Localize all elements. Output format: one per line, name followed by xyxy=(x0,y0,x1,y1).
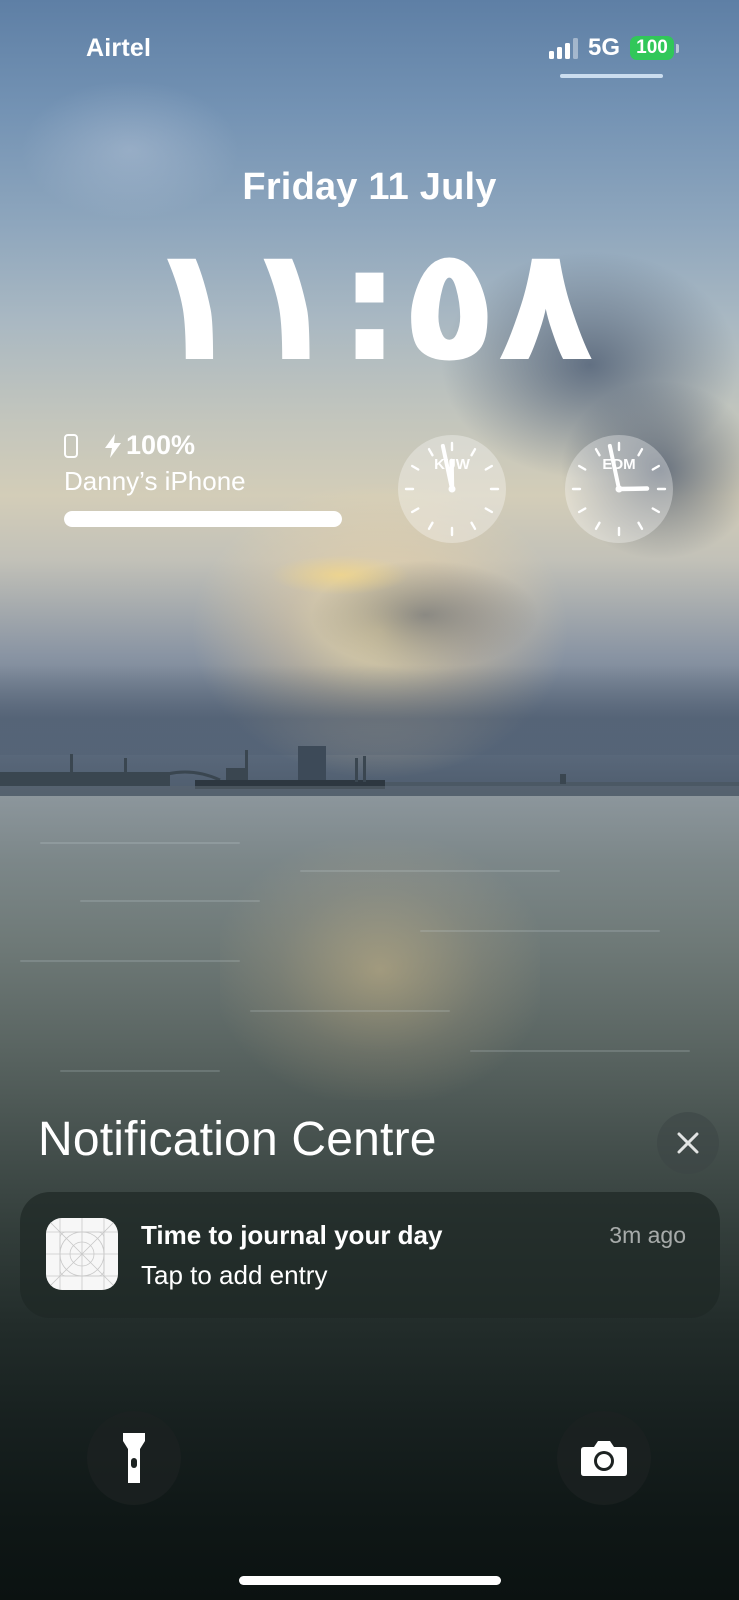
signal-strength-icon xyxy=(548,37,578,59)
bolt-icon xyxy=(105,433,121,458)
cloud xyxy=(270,555,410,595)
signal-bar xyxy=(548,51,554,59)
battery-level-fill xyxy=(64,511,342,527)
device-name: Danny’s iPhone xyxy=(64,466,246,496)
wave xyxy=(60,1070,220,1072)
wave xyxy=(40,842,240,844)
status-indicators[interactable]: 5G 100 xyxy=(548,34,679,62)
camera-button[interactable] xyxy=(557,1411,651,1505)
iphone-icon xyxy=(64,433,78,458)
lock-date[interactable]: Friday 11 July xyxy=(0,166,739,209)
clock-face xyxy=(565,435,673,543)
notification-body: Tap to add entry xyxy=(141,1260,328,1290)
notification-time: 3m ago xyxy=(609,1222,686,1248)
signal-bar xyxy=(564,43,570,59)
control-centre-grabber[interactable] xyxy=(560,74,663,78)
notification-title: Time to journal your day xyxy=(141,1220,443,1250)
battery-cap xyxy=(676,43,679,53)
clock-face xyxy=(398,435,506,543)
battery-percent: 100% xyxy=(126,430,196,460)
signal-bar xyxy=(572,38,578,59)
carrier-name: Airtel xyxy=(86,34,152,62)
clear-notifications-button[interactable] xyxy=(657,1112,719,1174)
notification-card[interactable]: Time to journal your day Tap to add entr… xyxy=(20,1192,720,1318)
clock-center xyxy=(615,485,623,493)
notification-centre-title: Notification Centre xyxy=(38,1113,437,1166)
wave xyxy=(20,960,240,962)
flashlight-icon xyxy=(123,1433,145,1483)
lock-time[interactable]: ١١:٥٨ xyxy=(0,210,739,400)
batteries-widget[interactable]: 100% Danny’s iPhone xyxy=(64,430,344,527)
battery-indicator: 100 xyxy=(630,36,679,60)
sun-reflection xyxy=(220,840,540,1100)
clock-city-label: EDM xyxy=(602,456,636,473)
app-icon-grid xyxy=(46,1218,118,1290)
wave xyxy=(300,870,560,872)
wave xyxy=(250,1010,450,1012)
battery-level: 100 xyxy=(630,36,674,60)
wave xyxy=(420,930,660,932)
world-clock-kuw[interactable]: KUW xyxy=(397,434,507,544)
signal-bar xyxy=(556,47,562,59)
flashlight-button[interactable] xyxy=(87,1411,181,1505)
wave xyxy=(470,1050,690,1052)
placeholder-app-icon xyxy=(46,1218,118,1290)
camera-icon xyxy=(581,1441,627,1476)
wave xyxy=(80,900,260,902)
city-skyline xyxy=(0,746,739,800)
home-indicator[interactable] xyxy=(239,1576,501,1585)
world-clock-edm[interactable]: EDM xyxy=(564,434,674,544)
battery-level-bar xyxy=(64,511,342,527)
network-type: 5G xyxy=(587,34,620,61)
clock-city-label: KUW xyxy=(434,456,470,473)
close-icon xyxy=(677,1132,699,1154)
clock-center xyxy=(448,485,456,493)
